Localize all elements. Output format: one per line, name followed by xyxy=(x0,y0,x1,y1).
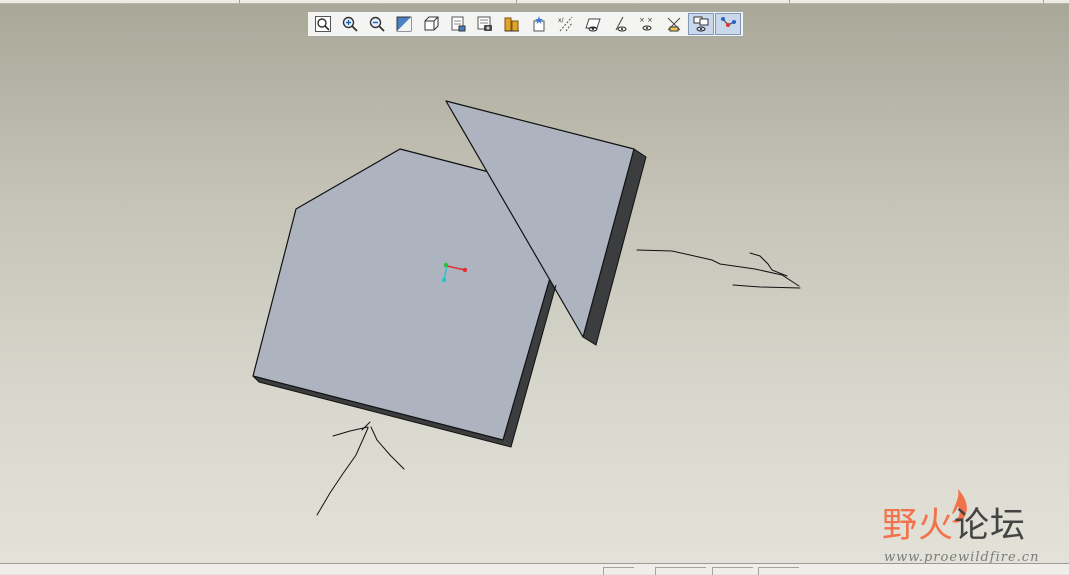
zoom-in-icon xyxy=(342,16,358,32)
datum-planes-icon xyxy=(585,18,601,32)
svg-text:x/: x/ xyxy=(558,17,565,24)
svg-text:×: × xyxy=(639,16,645,24)
watermark-url: www.proewildfire.cn xyxy=(884,550,1040,563)
datum-points-button[interactable] xyxy=(607,13,633,35)
repaint-button[interactable] xyxy=(391,13,417,35)
refit-button[interactable] xyxy=(310,13,336,35)
coordinate-systems-icon: × × xyxy=(639,16,653,31)
zoom-out-button[interactable] xyxy=(364,13,390,35)
watermark-title-colored: 野火 xyxy=(882,506,955,546)
view-manager-button[interactable] xyxy=(472,13,498,35)
annotations-icon xyxy=(667,17,681,32)
saved-views-button[interactable] xyxy=(445,13,471,35)
graphics-window[interactable]: x/ × × 野火论坛 www.proewildfire.cn xyxy=(0,0,1069,563)
annotations-button[interactable] xyxy=(661,13,687,35)
status-cell xyxy=(603,567,634,575)
coordinate-systems-button[interactable]: × × xyxy=(634,13,660,35)
watermark-title-dark: 论坛 xyxy=(954,506,1027,546)
right-arrow-sketch xyxy=(636,249,801,289)
watermark-title: 野火论坛 xyxy=(882,506,1026,546)
status-cell xyxy=(712,567,753,575)
spin-center-button[interactable] xyxy=(688,13,714,35)
bottom-arrow-sketch xyxy=(316,421,405,516)
status-cell xyxy=(655,567,706,575)
status-bar xyxy=(0,563,1069,575)
datum-planes-button[interactable] xyxy=(580,13,606,35)
orient-button[interactable] xyxy=(418,13,444,35)
spin-center-icon xyxy=(693,16,709,32)
layers-button[interactable] xyxy=(499,13,525,35)
zoom-in-button[interactable] xyxy=(337,13,363,35)
datum-axes-icon: x/ xyxy=(558,16,573,32)
repaint-icon xyxy=(396,16,412,32)
datum-points-icon xyxy=(615,16,627,32)
view-toolbar: x/ × × xyxy=(307,11,744,37)
datum-display-icon xyxy=(721,17,736,27)
svg-text:×: × xyxy=(647,16,653,24)
forum-watermark: 野火论坛 www.proewildfire.cn xyxy=(880,488,1060,563)
status-cell xyxy=(758,567,799,575)
model-view xyxy=(252,100,801,516)
orient-icon xyxy=(424,16,439,31)
refit-icon xyxy=(315,16,331,32)
datum-display-button[interactable] xyxy=(715,13,741,35)
datum-axes-button[interactable]: x/ xyxy=(553,13,579,35)
appearance-button[interactable] xyxy=(526,13,552,35)
appearance-icon xyxy=(533,16,545,32)
layers-icon xyxy=(504,17,519,32)
view-manager-icon xyxy=(477,16,492,31)
saved-views-icon xyxy=(451,16,466,32)
zoom-out-icon xyxy=(369,16,385,32)
